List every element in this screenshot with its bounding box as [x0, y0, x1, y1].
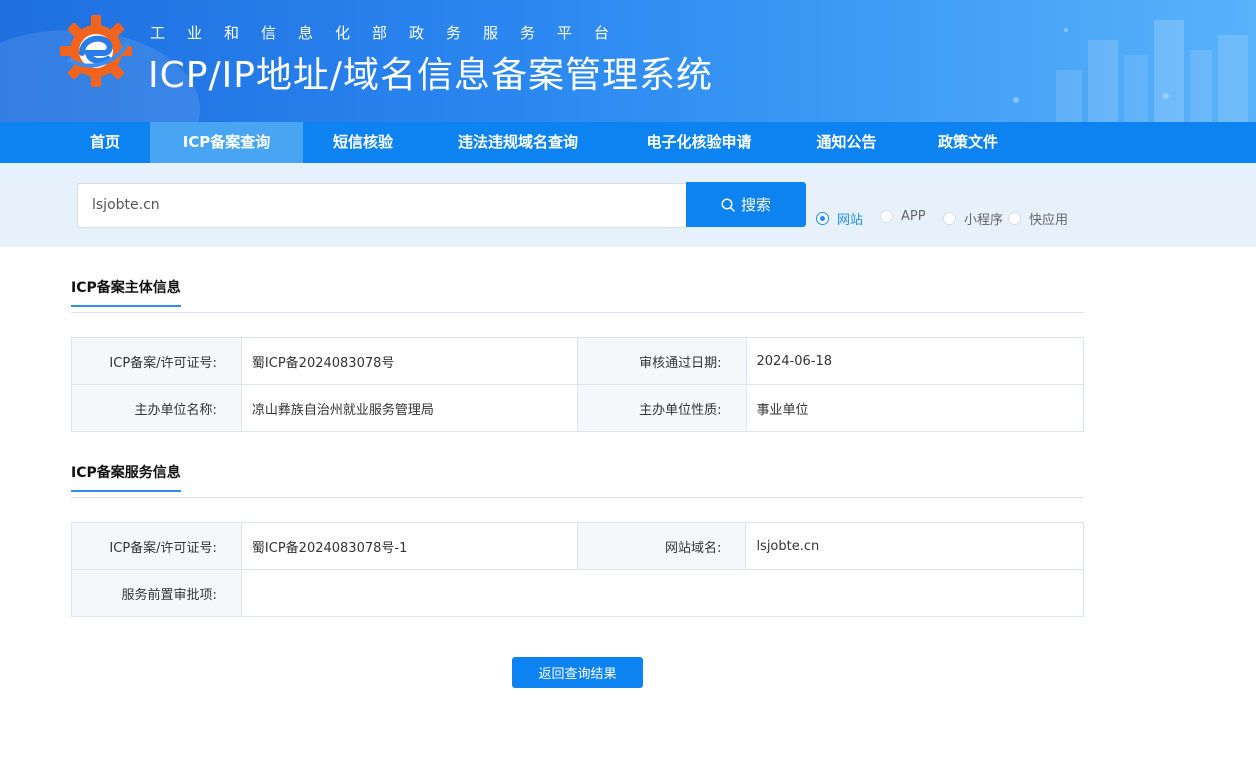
radio-type-website[interactable]: 网站: [816, 209, 863, 228]
nav-item-notices[interactable]: 通知公告: [785, 122, 908, 163]
nav-item-home[interactable]: 首页: [60, 122, 150, 163]
section-title: ICP备案服务信息: [71, 462, 181, 492]
radio-type-quick-app[interactable]: 快应用: [1008, 209, 1068, 228]
nav-item-icp-query[interactable]: ICP备案查询: [150, 122, 303, 163]
radio-label: 快应用: [1029, 213, 1069, 228]
service-info-table: ICP备案/许可证号: 蜀ICP备2024083078号-1 网站域名: lsj…: [71, 522, 1085, 617]
pre-approval-value: [240, 569, 1085, 617]
city-skyline-decoration: [1013, 20, 1248, 122]
radio-label: 小程序: [964, 213, 1004, 228]
service-license-label: ICP备案/许可证号:: [71, 522, 242, 570]
main-nav: 首页 ICP备案查询 短信核验 违法违规域名查询 电子化核验申请 通知公告 政策…: [0, 122, 1256, 163]
service-info-header: ICP备案服务信息: [71, 462, 1084, 498]
system-title: ICP/IP地址/域名信息备案管理系统: [148, 55, 714, 96]
miit-gear-logo-icon: [60, 15, 132, 87]
service-license-value: 蜀ICP备2024083078号-1: [240, 522, 578, 570]
radio-label: APP: [901, 209, 926, 224]
nav-item-policy-docs[interactable]: 政策文件: [908, 122, 1028, 163]
table-row: 主办单位名称: 凉山彝族自治州就业服务管理局 主办单位性质: 事业单位: [71, 384, 1084, 432]
approval-date-value: 2024-06-18: [745, 337, 1084, 385]
radio-type-app[interactable]: APP: [880, 209, 926, 224]
radio-dot: [1008, 212, 1021, 225]
search-input[interactable]: lsjobte.cn: [77, 183, 687, 228]
org-name-value: 凉山彝族自治州就业服务管理局: [240, 384, 578, 432]
nav-item-e-verify-apply[interactable]: 电子化核验申请: [613, 122, 785, 163]
org-type-value: 事业单位: [745, 384, 1084, 432]
domain-value: lsjobte.cn: [745, 522, 1084, 570]
org-name-label: 主办单位名称:: [71, 384, 242, 432]
table-row: ICP备案/许可证号: 蜀ICP备2024083078号 审核通过日期: 202…: [71, 337, 1084, 385]
domain-label: 网站域名:: [576, 522, 747, 570]
search-button[interactable]: 搜索: [686, 182, 806, 227]
org-type-label: 主办单位性质:: [576, 384, 747, 432]
approval-date-label: 审核通过日期:: [576, 337, 747, 385]
platform-subtitle: 工业和信息化部政务服务平台: [150, 24, 632, 42]
nav-item-illegal-domain-query[interactable]: 违法违规域名查询: [423, 122, 613, 163]
subject-info-table: ICP备案/许可证号: 蜀ICP备2024083078号 审核通过日期: 202…: [71, 337, 1084, 432]
nav-item-sms-verify[interactable]: 短信核验: [303, 122, 423, 163]
search-button-label: 搜索: [740, 196, 771, 214]
radio-dot: [816, 212, 829, 225]
table-row: 服务前置审批项:: [71, 569, 1085, 617]
radio-dot: [880, 210, 893, 223]
license-label: ICP备案/许可证号:: [71, 337, 242, 385]
back-to-results-button[interactable]: 返回查询结果: [512, 657, 643, 688]
subject-info-header: ICP备案主体信息: [71, 277, 1084, 313]
table-row: ICP备案/许可证号: 蜀ICP备2024083078号-1 网站域名: lsj…: [71, 522, 1084, 570]
search-icon: [721, 197, 735, 212]
license-value: 蜀ICP备2024083078号: [240, 337, 578, 385]
header-banner: 工业和信息化部政务服务平台 ICP/IP地址/域名信息备案管理系统: [0, 0, 1256, 122]
radio-dot: [943, 212, 956, 225]
pre-approval-label: 服务前置审批项:: [71, 569, 242, 617]
radio-label: 网站: [837, 213, 864, 228]
search-bar-area: lsjobte.cn 搜索 网站 APP 小程序 快应用: [0, 163, 1256, 247]
section-title: ICP备案主体信息: [71, 277, 181, 307]
radio-type-mini-program[interactable]: 小程序: [943, 209, 1003, 228]
